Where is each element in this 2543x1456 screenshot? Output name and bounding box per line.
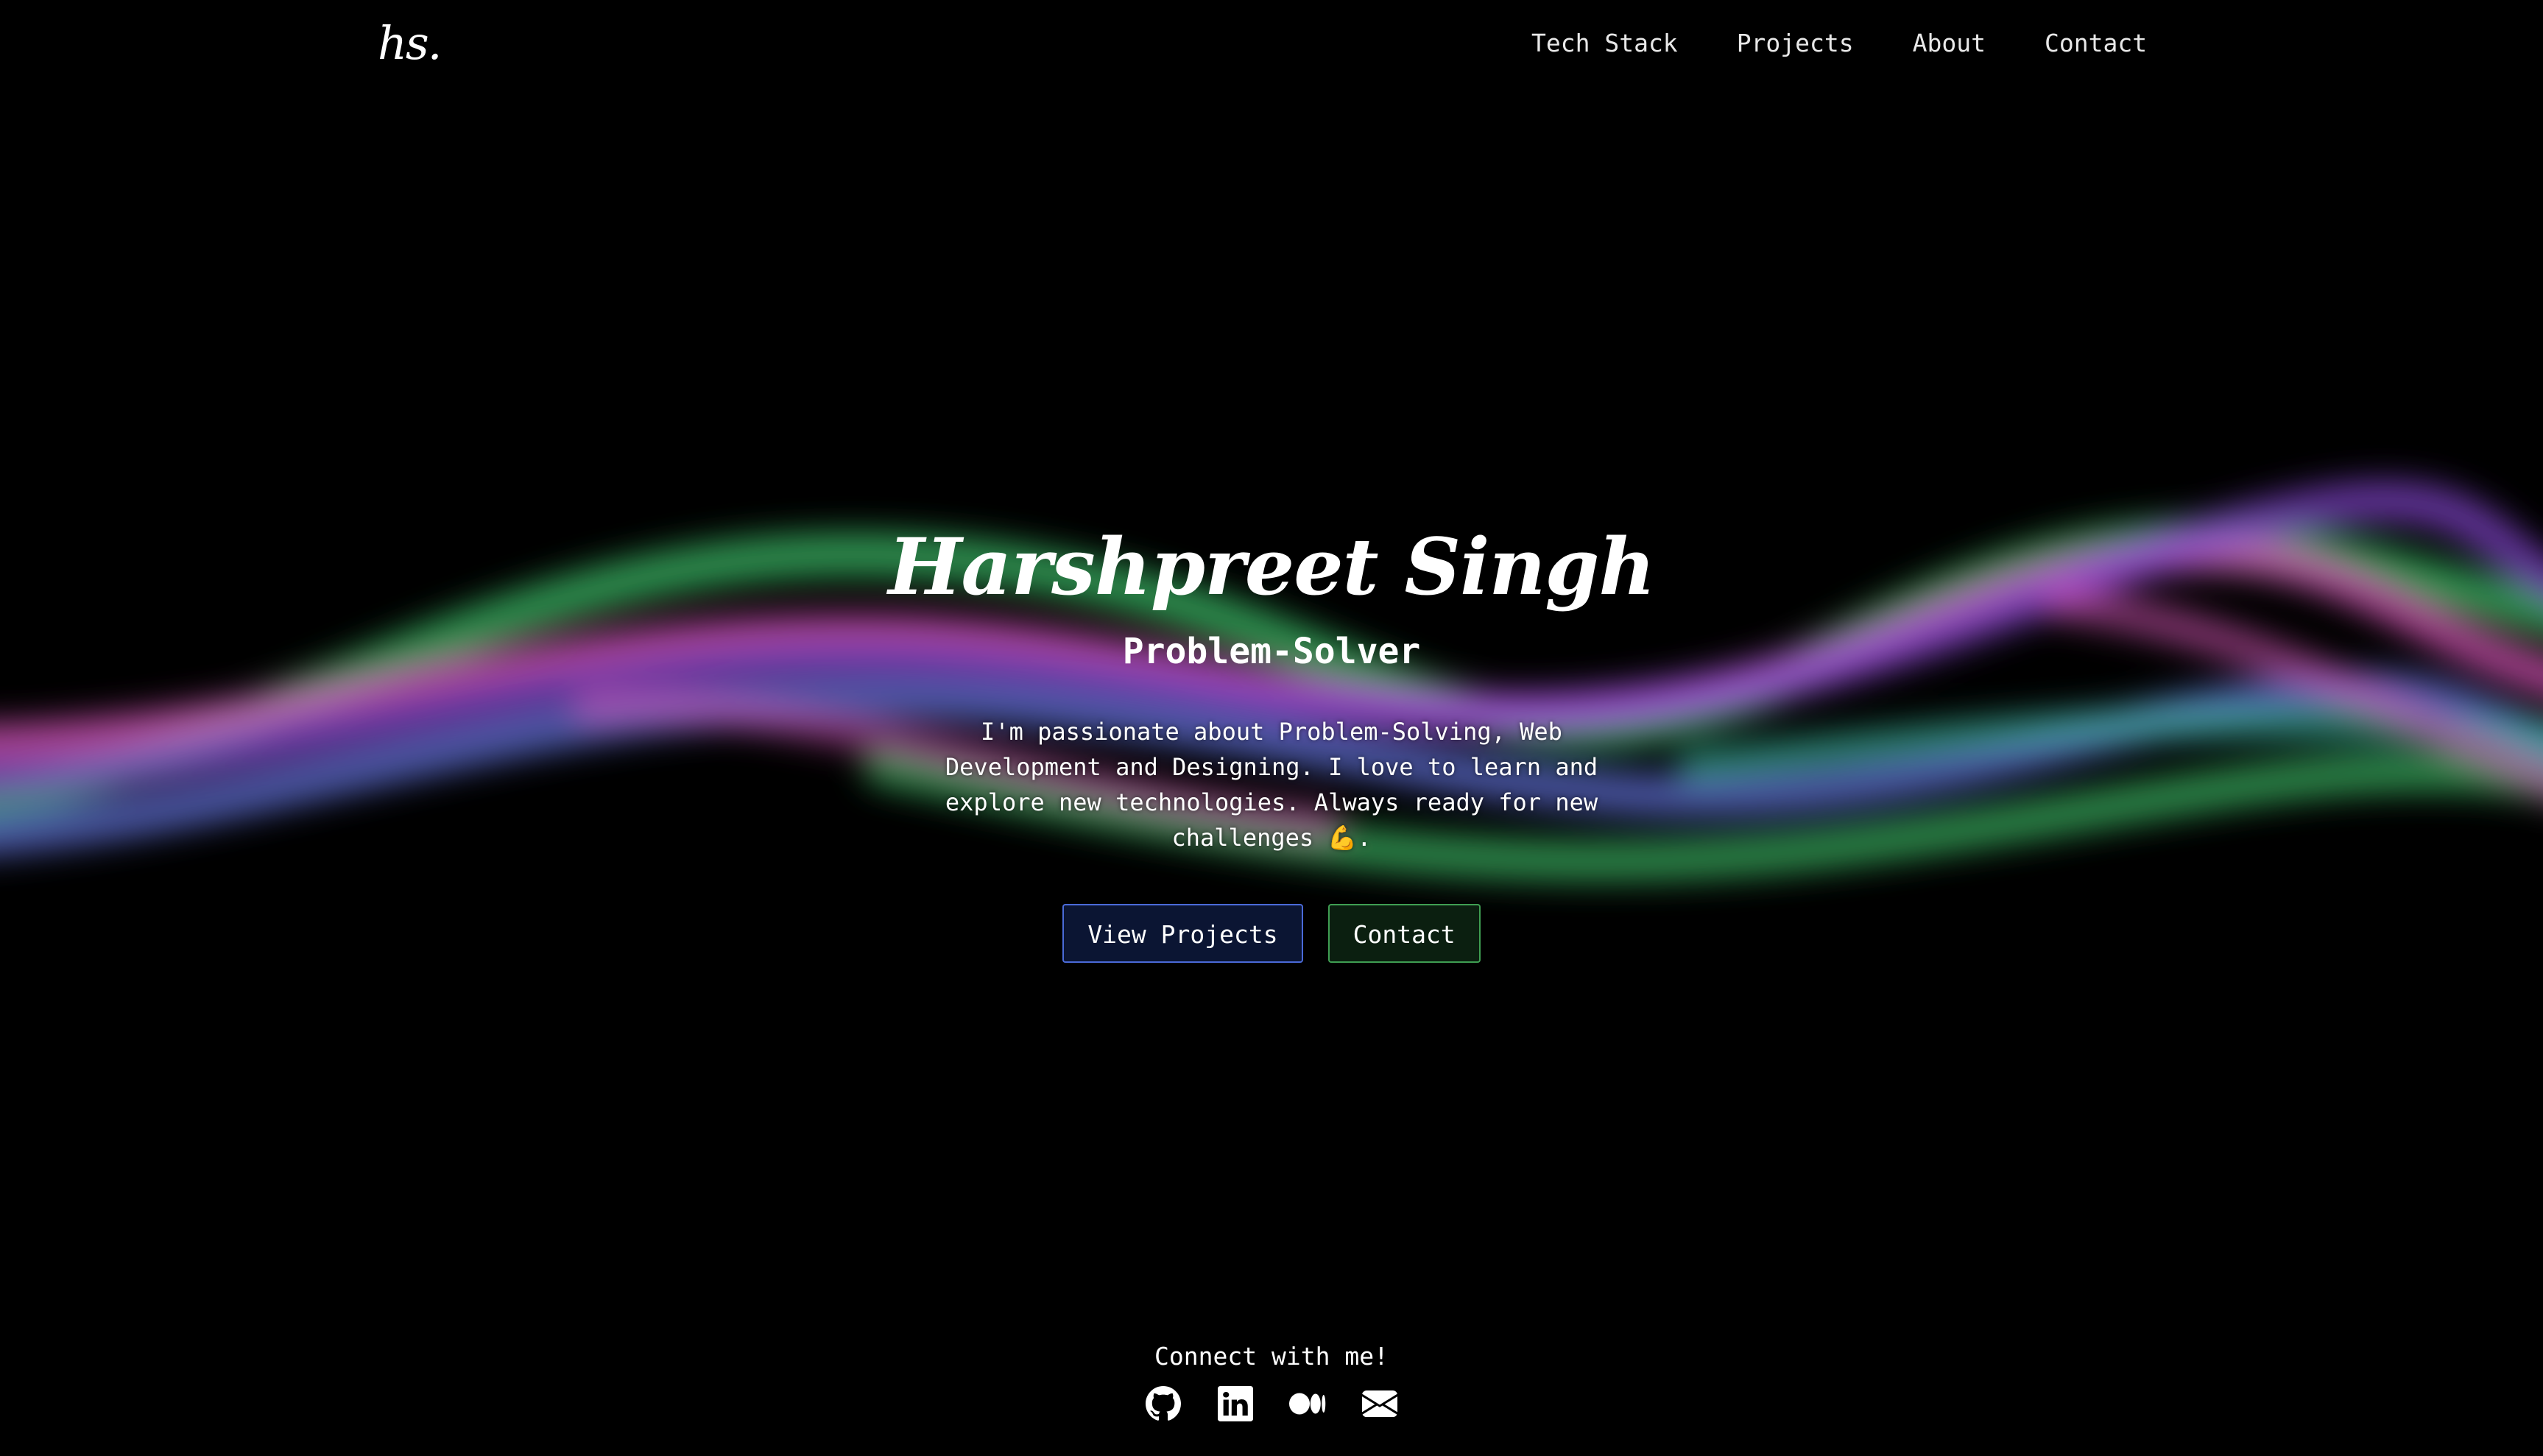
nav-link-contact[interactable]: Contact [2045,22,2147,65]
view-projects-button[interactable]: View Projects [1062,904,1303,963]
nav-links: Tech Stack Projects About Contact [1531,22,2147,65]
linkedin-icon[interactable] [1217,1385,1254,1422]
hero-buttons: View Projects Contact [0,904,2543,963]
top-navigation: hs. Tech Stack Projects About Contact [0,0,2543,88]
nav-link-about[interactable]: About [1913,22,1986,65]
medium-icon[interactable] [1289,1385,1326,1422]
nav-link-tech-stack[interactable]: Tech Stack [1531,22,1678,65]
hero-description: I'm passionate about Problem-Solving, We… [945,718,1598,852]
hero-name: Harshpreet Singh [888,520,1655,612]
social-links [0,1385,2543,1422]
connect-label: Connect with me! [1154,1342,1389,1371]
contact-button[interactable]: Contact [1327,904,1481,963]
hero-role: Problem-Solver [1122,631,1421,672]
nav-link-projects[interactable]: Projects [1737,22,1854,65]
logo[interactable]: hs. [378,10,442,77]
github-icon[interactable] [1145,1385,1182,1422]
connect-section: Connect with me! [0,1338,2543,1422]
hero-section: Harshpreet Singh Problem-Solver I'm pass… [0,515,2543,963]
mail-icon[interactable] [1361,1385,1398,1422]
